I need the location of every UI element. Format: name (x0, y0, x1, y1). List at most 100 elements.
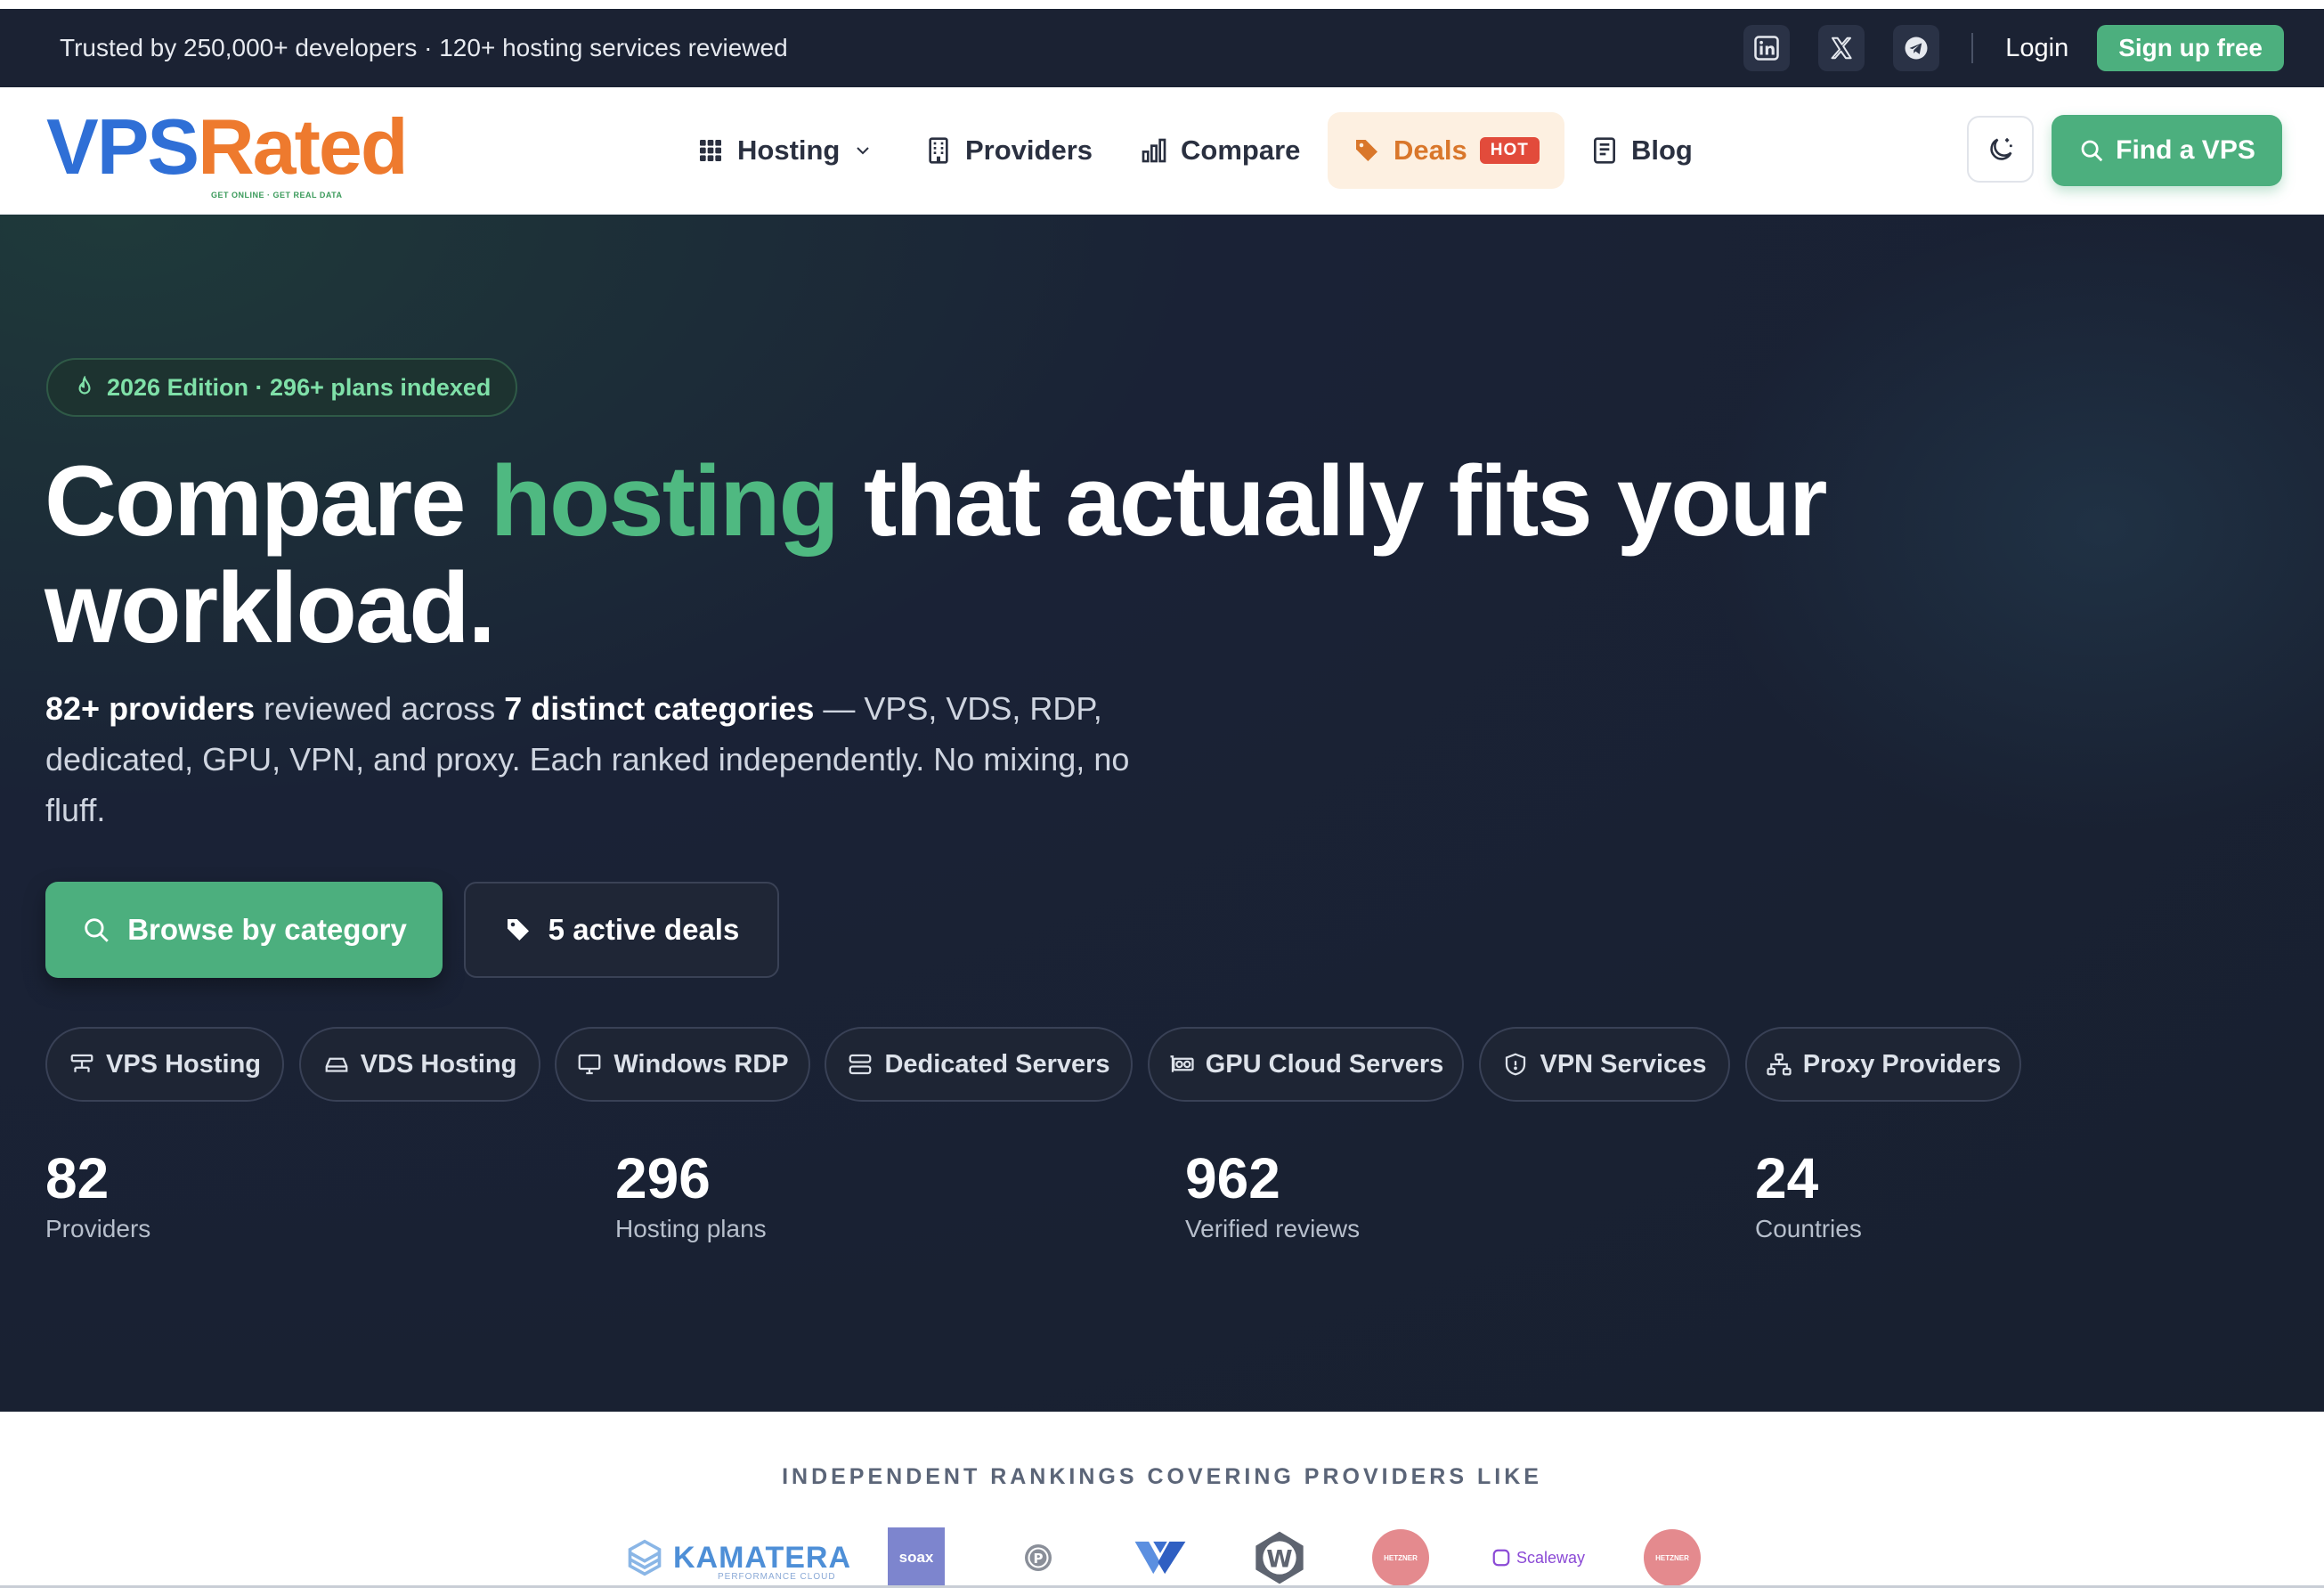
chip-label: VPN Services (1540, 1049, 1707, 1079)
signup-button[interactable]: Sign up free (2097, 25, 2284, 71)
stat-value: 962 (1185, 1146, 1280, 1210)
hetzner-wordmark-2: HETZNER (1644, 1529, 1701, 1586)
chip-label: GPU Cloud Servers (1205, 1049, 1444, 1079)
chip-dedicated-servers[interactable]: Dedicated Servers (825, 1027, 1133, 1102)
stat-label: Countries (1755, 1215, 1862, 1242)
edition-badge-text: 2026 Edition · 296+ plans indexed (107, 373, 492, 401)
svg-text:W: W (1266, 1546, 1292, 1574)
shield-icon (1506, 1053, 1526, 1076)
nav-compare-label: Compare (1181, 134, 1301, 166)
gpu-icon (1170, 1055, 1194, 1072)
stat-value: 296 (615, 1146, 711, 1210)
chip-label: VPS Hosting (105, 1049, 261, 1079)
flame-icon (78, 376, 91, 395)
hero-section: 2026 Edition · 296+ plans indexed Compar… (0, 215, 2324, 1412)
active-deals-button[interactable]: 5 active deals (464, 882, 779, 978)
stat-label: Providers (45, 1215, 151, 1242)
hero-headline: Compare hosting that actually fits your … (45, 448, 2003, 662)
network-icon (1767, 1053, 1792, 1076)
building-icon (929, 137, 948, 164)
stat-label: Hosting plans (615, 1215, 767, 1242)
chip-proxy-providers[interactable]: Proxy Providers (1745, 1027, 2021, 1102)
search-icon (2081, 140, 2103, 162)
nav-deals-label: Deals (1394, 134, 1467, 166)
server-icon (70, 1054, 93, 1072)
kamatera-wordmark: KAMATERA (673, 1540, 852, 1575)
login-link[interactable]: Login (2005, 34, 2068, 63)
nav-hosting-label: Hosting (737, 134, 841, 166)
monitor-icon (578, 1054, 601, 1075)
trust-text: Trusted by 250,000+ developers · 120+ ho… (60, 34, 788, 61)
theme-toggle-button[interactable] (1967, 116, 2034, 183)
scaleway-mark-icon (1492, 1549, 1510, 1567)
chip-label: Windows RDP (614, 1049, 789, 1079)
top-edge (0, 0, 2324, 9)
nav-compare[interactable]: Compare (1115, 112, 1325, 189)
stat-hosting-plans: 296 Hosting plans (615, 1147, 767, 1243)
hetzner-logo-2[interactable]: HETZNER (1643, 1527, 1702, 1588)
x-icon[interactable] (1818, 25, 1865, 71)
stat-label: Verified reviews (1185, 1215, 1361, 1242)
headline-part1: Compare (45, 445, 491, 557)
kamatera-mark-icon (628, 1539, 662, 1576)
hot-badge: HOT (1479, 137, 1540, 164)
stat-providers: 82 Providers (45, 1147, 150, 1243)
nav-deals[interactable]: Deals HOT (1328, 112, 1564, 189)
chip-gpu-cloud-servers[interactable]: GPU Cloud Servers (1148, 1027, 1464, 1102)
stat-value: 24 (1755, 1146, 1819, 1210)
stat-verified-reviews: 962 Verified reviews (1185, 1147, 1360, 1243)
document-icon (1594, 137, 1615, 164)
chip-label: VDS Hosting (360, 1049, 517, 1079)
lead-text-1: reviewed across (255, 690, 505, 727)
top-announcement-bar: Trusted by 250,000+ developers · 120+ ho… (0, 9, 2324, 87)
nav-providers-label: Providers (965, 134, 1093, 166)
svg-text:P: P (1034, 1551, 1044, 1567)
chip-label: Proxy Providers (1802, 1049, 2002, 1079)
bar-chart-icon (1142, 138, 1166, 163)
providers-strip-title: INDEPENDENT RANKINGS COVERING PROVIDERS … (782, 1464, 1542, 1489)
chip-windows-rdp[interactable]: Windows RDP (555, 1027, 810, 1102)
moon-icon (1989, 137, 2012, 160)
linkedin-icon[interactable] (1743, 25, 1791, 71)
grid-icon (700, 140, 721, 161)
wordpress-badge-logo[interactable]: W (1250, 1527, 1309, 1588)
nav-blog[interactable]: Blog (1565, 112, 1718, 189)
chip-label: Dedicated Servers (884, 1049, 1110, 1079)
kamatera-logo[interactable]: KAMATERA PERFORMANCE CLOUD (625, 1527, 851, 1588)
chip-vds-hosting[interactable]: VDS Hosting (299, 1027, 540, 1102)
lead-bold-providers: 82+ providers (45, 690, 256, 727)
scaleway-wordmark: Scaleway (1516, 1548, 1586, 1567)
topbar-actions: Login Sign up free (1715, 9, 2284, 87)
find-vps-label: Find a VPS (2116, 135, 2255, 165)
find-vps-button[interactable]: Find a VPS (2052, 115, 2282, 186)
kamatera-subtitle: PERFORMANCE CLOUD (718, 1572, 836, 1582)
hetzner-logo-1[interactable]: HETZNER (1371, 1527, 1430, 1588)
vultr-logo[interactable] (1131, 1527, 1190, 1588)
site-header: VPSRated GET ONLINE · GET REAL DATA Host… (0, 87, 2324, 215)
hero-lead: 82+ providers reviewed across 7 distinct… (45, 683, 1158, 835)
stat-countries: 24 Countries (1755, 1147, 1862, 1243)
soax-logo[interactable]: soax (888, 1527, 945, 1588)
browse-by-category-button[interactable]: Browse by category (45, 882, 443, 978)
p-coin-logo[interactable]: P (1020, 1527, 1056, 1588)
lead-bold-categories: 7 distinct categories (504, 690, 815, 727)
server-stack-icon (849, 1054, 872, 1075)
telegram-icon[interactable] (1893, 25, 1940, 71)
chip-vps-hosting[interactable]: VPS Hosting (45, 1027, 284, 1102)
hetzner-wordmark-1: HETZNER (1372, 1529, 1429, 1586)
nav-blog-label: Blog (1631, 134, 1693, 166)
nav-hosting[interactable]: Hosting (671, 112, 898, 189)
headline-accent: hosting (490, 445, 840, 557)
topbar-divider (1971, 33, 1974, 63)
active-deals-label: 5 active deals (548, 913, 740, 946)
hard-drive-icon (325, 1057, 348, 1072)
browse-by-category-label: Browse by category (127, 913, 407, 946)
providers-strip: INDEPENDENT RANKINGS COVERING PROVIDERS … (0, 1412, 2324, 1588)
scaleway-logo[interactable]: Scaleway (1491, 1527, 1585, 1588)
chip-vpn-services[interactable]: VPN Services (1479, 1027, 1730, 1102)
nav-providers[interactable]: Providers (899, 112, 1117, 189)
chevron-down-icon (857, 147, 870, 155)
stat-value: 82 (45, 1146, 110, 1210)
provider-logos: KAMATERA PERFORMANCE CLOUD soax P W HETZ… (0, 1527, 2324, 1588)
tag-icon (507, 919, 529, 941)
